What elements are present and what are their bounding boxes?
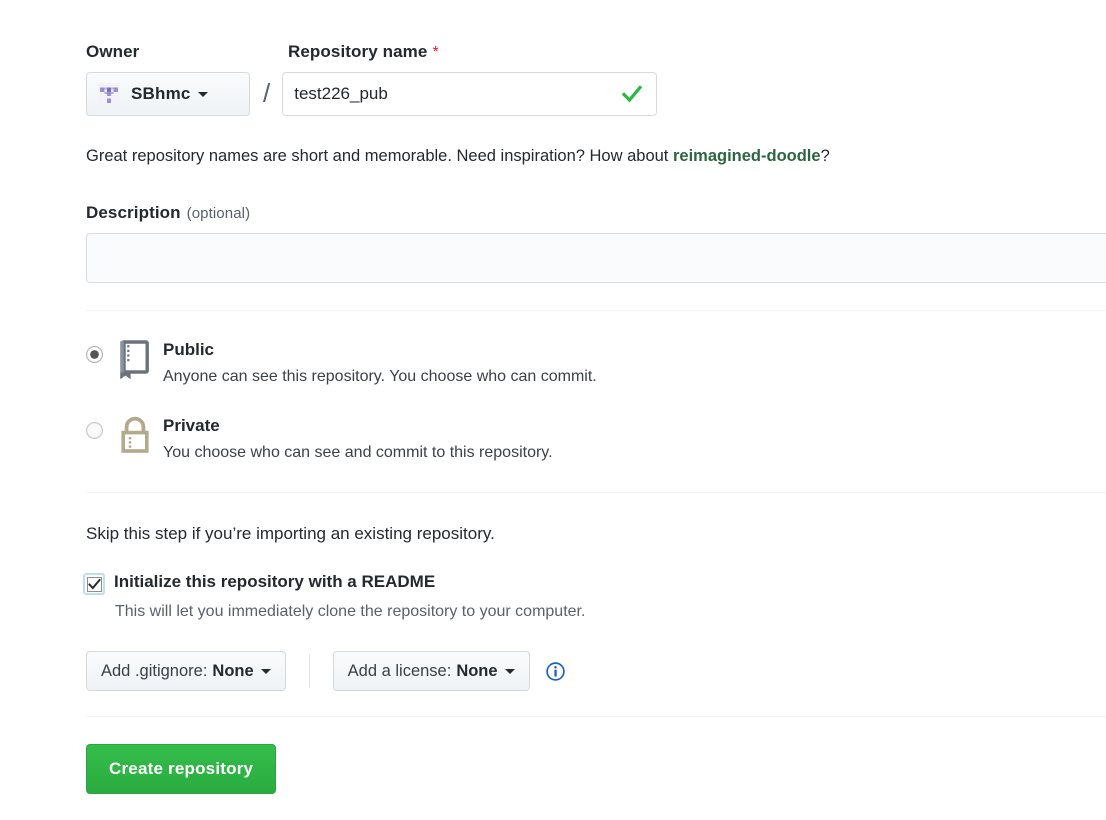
- divider-above-submit: [86, 716, 1106, 717]
- radio-private[interactable]: [86, 422, 103, 439]
- radio-public[interactable]: [86, 346, 103, 363]
- chevron-down-icon: [198, 92, 208, 97]
- visibility-section: Public Anyone can see this repository. Y…: [86, 338, 597, 490]
- readme-description: This will let you immediately clone the …: [115, 601, 585, 623]
- hint-text-after: ?: [821, 147, 830, 165]
- repository-name-input[interactable]: [282, 72, 657, 116]
- gitignore-dropdown-button[interactable]: Add .gitignore: None: [86, 651, 286, 691]
- hint-text-before: Great repository names are short and mem…: [86, 147, 673, 165]
- repository-name-label-text: Repository name: [288, 42, 427, 61]
- visibility-public-title: Public: [163, 338, 597, 362]
- required-asterisk: *: [432, 44, 438, 61]
- description-section: Description (optional): [86, 203, 1106, 283]
- extras-row: Add .gitignore: None Add a license: None: [86, 651, 566, 691]
- repository-name-field-wrapper: [282, 72, 657, 116]
- field-labels-row: Owner Repository name *: [86, 42, 657, 62]
- create-repository-button[interactable]: Create repository: [86, 744, 276, 794]
- license-value: None: [456, 662, 497, 681]
- initialize-readme-section: Initialize this repository with a README…: [83, 571, 585, 623]
- owner-dropdown-button[interactable]: SBhmc: [86, 72, 250, 116]
- description-label-text: Description: [86, 203, 181, 222]
- chevron-down-icon: [505, 669, 515, 674]
- description-label: Description (optional): [86, 203, 1106, 223]
- readme-label: Initialize this repository with a README: [114, 571, 435, 593]
- info-circle-icon[interactable]: [545, 661, 566, 682]
- visibility-private-text: Private You choose who can see and commi…: [163, 414, 553, 464]
- owner-label: Owner: [86, 42, 288, 62]
- chevron-down-icon: [261, 669, 271, 674]
- path-separator: /: [263, 80, 270, 109]
- name-inputs-row: SBhmc /: [86, 72, 657, 116]
- suggested-name-link[interactable]: reimagined-doodle: [673, 147, 821, 165]
- name-hint: Great repository names are short and mem…: [86, 147, 830, 166]
- extras-separator: [309, 654, 310, 688]
- license-prefix: Add a license:: [348, 662, 452, 681]
- checkmark-icon: [88, 578, 101, 591]
- visibility-public-text: Public Anyone can see this repository. Y…: [163, 338, 597, 388]
- skip-import-note: Skip this step if you’re importing an ex…: [86, 524, 495, 544]
- description-optional-note: (optional): [187, 205, 251, 222]
- name-section: Owner Repository name *: [86, 42, 657, 116]
- visibility-private-description: You choose who can see and commit to thi…: [163, 442, 553, 464]
- readme-checkbox[interactable]: [83, 573, 105, 595]
- license-dropdown-button[interactable]: Add a license: None: [333, 651, 530, 691]
- gitignore-value: None: [212, 662, 253, 681]
- lock-icon: [118, 414, 154, 461]
- owner-name-text: SBhmc: [131, 84, 191, 104]
- readme-checkbox-row[interactable]: Initialize this repository with a README: [83, 571, 585, 595]
- create-repository-form: Owner Repository name *: [0, 0, 1106, 820]
- visibility-option-public[interactable]: Public Anyone can see this repository. Y…: [86, 338, 597, 388]
- repo-book-icon: [118, 338, 154, 385]
- visibility-public-description: Anyone can see this repository. You choo…: [163, 366, 597, 388]
- repository-name-label: Repository name *: [288, 42, 439, 62]
- readme-checkbox-box: [87, 577, 102, 592]
- identicon-avatar: [98, 83, 120, 105]
- divider-above-visibility: [86, 310, 1106, 311]
- divider-above-initialize: [86, 492, 1106, 493]
- gitignore-prefix: Add .gitignore:: [101, 662, 207, 681]
- description-input[interactable]: [86, 233, 1106, 283]
- visibility-private-title: Private: [163, 414, 553, 438]
- visibility-option-private[interactable]: Private You choose who can see and commi…: [86, 414, 597, 464]
